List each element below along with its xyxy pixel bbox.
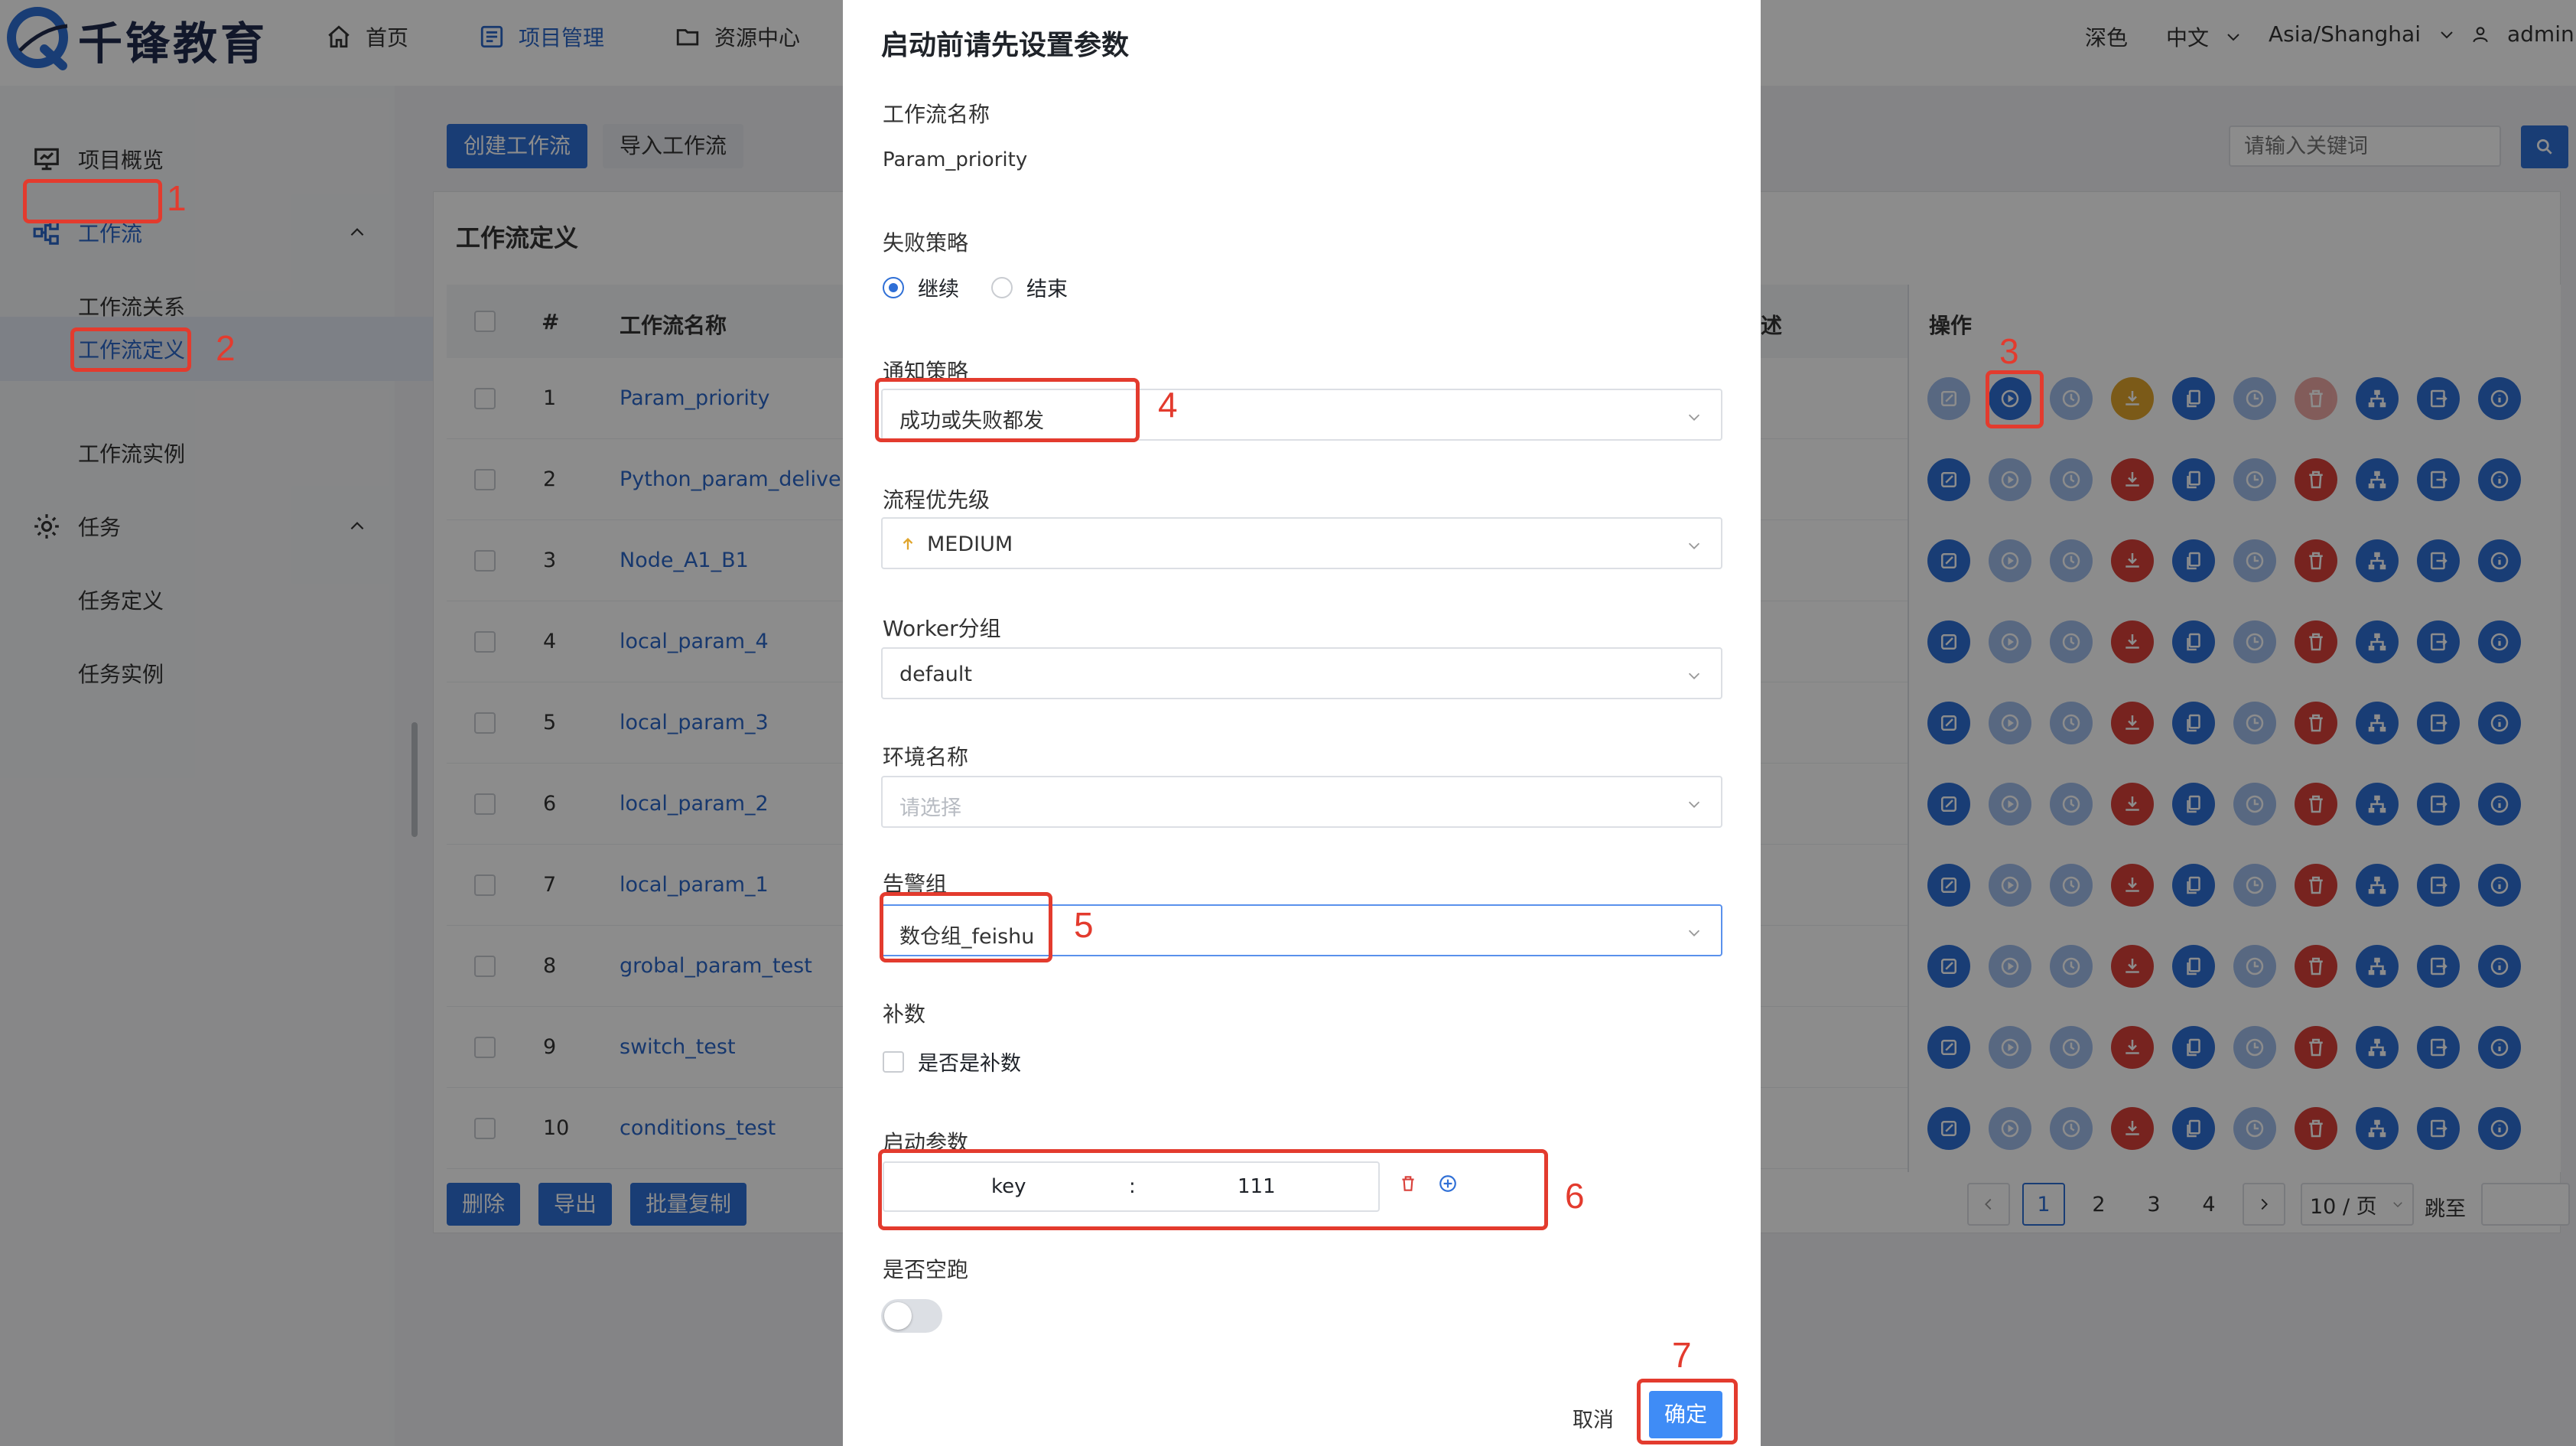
priority-label: 流程优先级: [883, 487, 990, 513]
cancel-button[interactable]: 取消: [1573, 1403, 1614, 1433]
annotation-box-2: [70, 327, 191, 372]
annotation-box-5: [880, 892, 1052, 962]
annotation-number-3: 3: [1999, 331, 2019, 371]
worker-group-select[interactable]: default: [881, 647, 1722, 699]
radio-end[interactable]: [991, 276, 1013, 298]
annotation-number-6: 6: [1565, 1176, 1585, 1216]
workflow-name-label: 工作流名称: [883, 102, 990, 127]
dialog-title: 启动前请先设置参数: [881, 30, 1130, 61]
environment-label: 环境名称: [883, 744, 969, 770]
priority-value: MEDIUM: [927, 532, 1013, 556]
dry-run-label: 是否空跑: [883, 1257, 969, 1282]
radio-continue[interactable]: [883, 276, 904, 298]
complement-checkbox-row[interactable]: 是否是补数: [883, 1047, 1021, 1076]
complement-checkbox[interactable]: [883, 1050, 904, 1073]
chevron-down-icon: [1688, 930, 1700, 936]
failure-option-end[interactable]: 结束: [991, 272, 1068, 302]
chevron-down-icon: [1688, 542, 1700, 549]
annotation-box-7: [1637, 1379, 1738, 1444]
failure-option-label: 结束: [1026, 278, 1068, 301]
complement-checkbox-label: 是否是补数: [918, 1052, 1021, 1076]
priority-select[interactable]: MEDIUM: [881, 517, 1722, 569]
environment-placeholder: 请选择: [899, 796, 961, 820]
annotation-number-2: 2: [216, 328, 236, 368]
annotation-box-3: [1986, 370, 2044, 428]
arrow-up-icon: [903, 537, 913, 550]
failure-option-label: 继续: [918, 278, 959, 301]
annotation-box-6: [878, 1149, 1548, 1230]
workflow-name-value: Param_priority: [883, 148, 1028, 171]
chevron-down-icon: [1688, 414, 1700, 421]
annotation-number-1: 1: [167, 178, 187, 218]
dry-run-switch[interactable]: [881, 1299, 942, 1333]
complement-label: 补数: [883, 1001, 926, 1027]
annotation-number-7: 7: [1672, 1335, 1692, 1375]
worker-group-value: default: [899, 663, 973, 686]
failure-option-continue[interactable]: 继续: [883, 272, 959, 302]
annotation-number-5: 5: [1074, 905, 1094, 945]
chevron-down-icon: [1688, 673, 1700, 679]
failure-strategy-label: 失败策略: [883, 230, 969, 256]
annotation-box-4: [875, 378, 1140, 442]
worker-group-label: Worker分组: [883, 616, 1001, 641]
chevron-down-icon: [1688, 801, 1700, 808]
annotation-box-1: [23, 179, 162, 223]
environment-select[interactable]: 请选择: [881, 776, 1722, 828]
start-workflow-dialog: 启动前请先设置参数 工作流名称 Param_priority 失败策略 继续 结…: [843, 0, 1761, 1446]
annotation-number-4: 4: [1158, 385, 1178, 425]
